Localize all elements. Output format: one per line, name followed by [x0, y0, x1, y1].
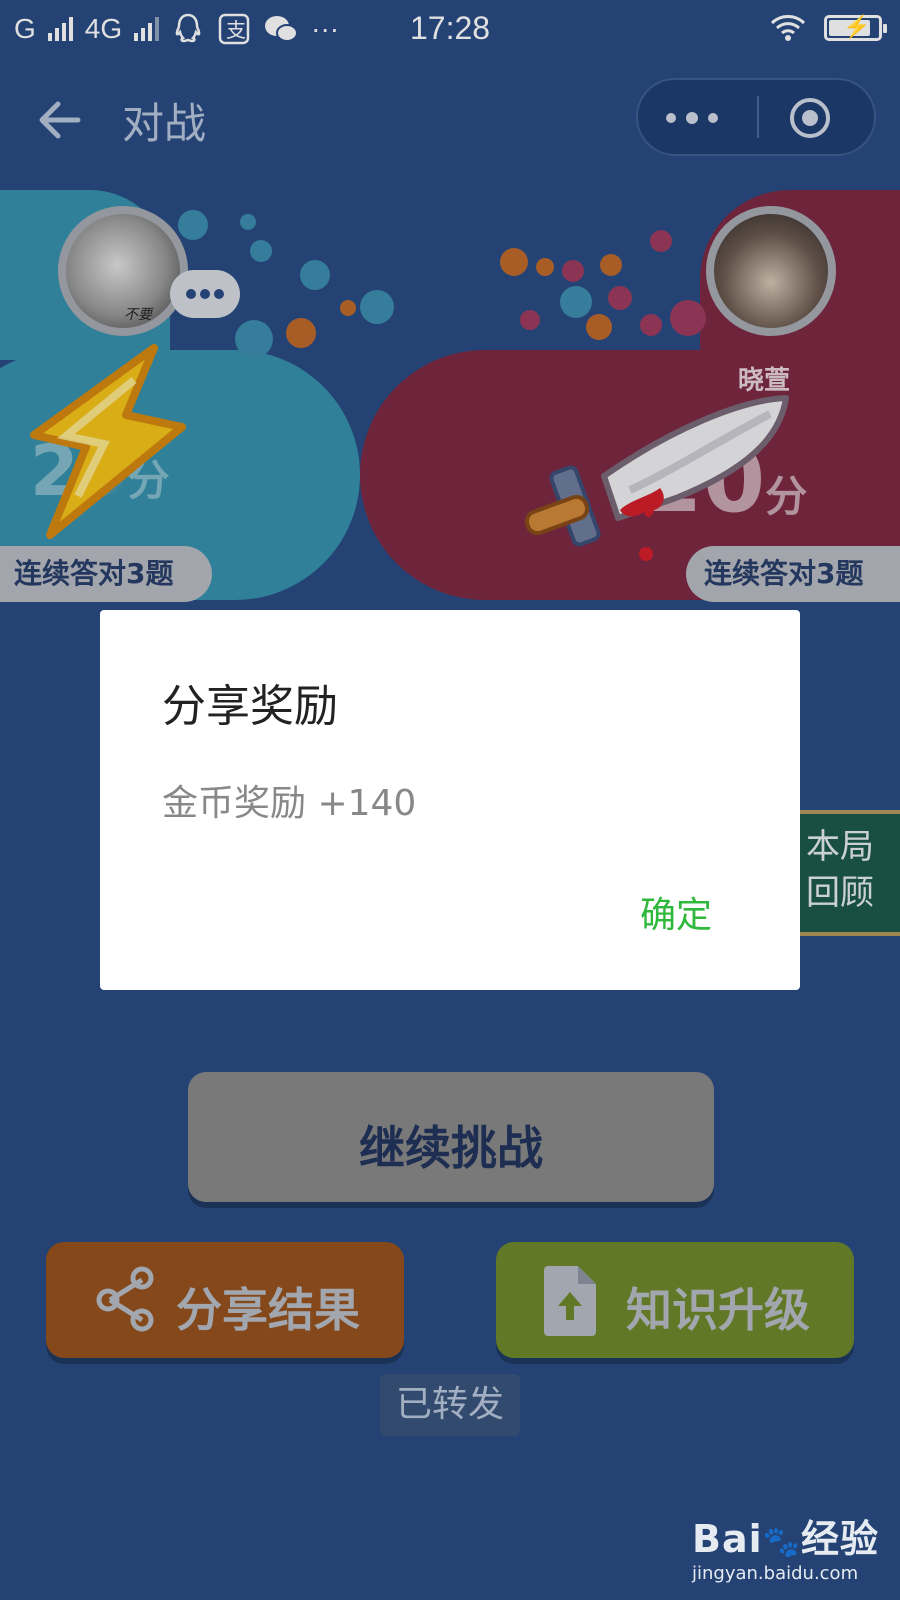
dialog-title: 分享奖励	[162, 681, 338, 732]
share-reward-dialog: 分享奖励 金币奖励 +140 确定	[100, 610, 800, 990]
watermark-brand: Bai	[692, 1517, 763, 1561]
watermark-brand-suffix: 经验	[801, 1517, 880, 1561]
watermark-url: jingyan.baidu.com	[692, 1563, 859, 1584]
baidu-jingyan-watermark: Bai🐾经验 jingyan.baidu.com	[692, 1508, 892, 1588]
confirm-button[interactable]: 确定	[640, 886, 712, 938]
dialog-message: 金币奖励 +140	[162, 783, 417, 824]
